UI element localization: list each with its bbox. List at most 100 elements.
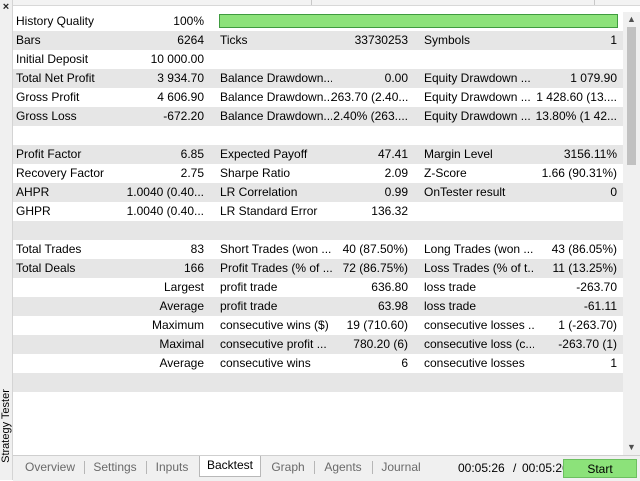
largest-profit-trade-label: profit trade [220,280,278,294]
lr-correlation-value: 0.99 [384,185,408,199]
gross-loss-value: -672.20 [163,109,204,123]
ahpr-label: AHPR [16,185,50,199]
report-row: Maximal consecutive profit ... 780.20 (6… [13,335,623,354]
report-row: Bars 6264 Ticks 33730253 Symbols 1 [13,31,623,50]
total-time: 00:05:26 [522,461,569,475]
average-consecutive-wins-label: consecutive wins [220,356,311,370]
total-trades-value: 83 [190,242,204,256]
report-row: GHPR 1.0040 (0.40... LR Standard Error 1… [13,202,623,221]
total-deals-label: Total Deals [16,261,76,275]
tab-graph[interactable]: Graph [263,458,313,477]
tab-inputs[interactable]: Inputs [147,458,197,477]
ontester-result-label: OnTester result [424,185,506,199]
side-panel-strip: × Strategy Tester [0,0,13,480]
maximal-consecutive-profit-label: consecutive profit ... [220,337,327,351]
average-consecutive-losses-label: consecutive losses [424,356,525,370]
report-row-spacer [13,373,623,392]
sharpe-ratio-value: 2.09 [384,166,408,180]
start-button[interactable]: Start [563,459,637,478]
vertical-scrollbar[interactable]: ▲ ▼ [623,12,640,455]
margin-level-label: Margin Level [424,147,493,161]
z-score-label: Z-Score [424,166,467,180]
history-quality-bar [219,14,618,28]
report-row: Total Deals 166 Profit Trades (% of ... … [13,259,623,278]
chevron-up-icon[interactable]: ▲ [623,12,640,26]
profit-factor-value: 6.85 [180,147,204,161]
ticks-label: Ticks [220,33,248,47]
maximal-consecutive-loss-label: consecutive loss (c... [424,337,534,351]
largest-label: Largest [163,280,204,294]
tab-overview[interactable]: Overview [17,458,83,477]
total-net-profit-value: 3 934.70 [157,71,204,85]
average-loss-trade-value: -61.11 [583,299,617,313]
report-row: Initial Deposit 10 000.00 [13,50,623,69]
report-row: Recovery Factor 2.75 Sharpe Ratio 2.09 Z… [13,164,623,183]
balance-drawdown-relative-value: 2.40% (263.... [333,109,408,123]
tab-backtest[interactable]: Backtest [199,456,261,477]
long-trades-value: 43 (86.05%) [551,242,617,256]
margin-level-value: 3156.11% [563,147,617,161]
report-row-spacer [13,221,623,240]
largest-loss-trade-label: loss trade [424,280,477,294]
ghpr-label: GHPR [16,204,51,218]
balance-drawdown-maximal-value: 263.70 (2.40... [331,90,408,104]
lr-standard-error-label: LR Standard Error [220,204,318,218]
equity-drawdown-maximal-value: 1 428.60 (13.... [536,90,617,104]
recovery-factor-label: Recovery Factor [16,166,105,180]
maximum-label: Maximum [151,318,204,332]
symbols-label: Symbols [424,33,471,47]
bottom-tab-bar: Overview Settings Inputs Backtest Graph … [13,455,640,481]
tab-agents[interactable]: Agents [315,458,371,477]
report-row: Gross Profit 4 606.90 Balance Drawdown..… [13,88,623,107]
report-row: Maximum consecutive wins ($) 19 (710.60)… [13,316,623,335]
short-trades-value: 40 (87.50%) [342,242,408,256]
profit-trades-label: Profit Trades (% of ... [220,261,332,275]
equity-drawdown-relative-value: 13.80% (1 42... [535,109,617,123]
average-label: Average [159,299,204,313]
report-row: Average consecutive wins 6 consecutive l… [13,354,623,373]
symbols-value: 1 [610,33,617,47]
gross-profit-value: 4 606.90 [157,90,204,104]
report-row: Profit Factor 6.85 Expected Payoff 47.41… [13,145,623,164]
short-trades-label: Short Trades (won ... [220,242,332,256]
average-consecutive-label: Average [159,356,204,370]
total-deals-value: 166 [183,261,204,275]
lr-correlation-label: LR Correlation [220,185,298,199]
close-icon[interactable]: × [0,0,12,14]
recovery-factor-value: 2.75 [180,166,204,180]
chevron-down-icon[interactable]: ▼ [623,440,640,454]
equity-drawdown-absolute-label: Equity Drawdown ... [424,71,531,85]
scrollbar-thumb[interactable] [627,27,636,165]
largest-profit-trade-value: 636.80 [371,280,408,294]
ontester-result-value: 0 [610,185,617,199]
gross-profit-label: Gross Profit [16,90,80,104]
gross-loss-label: Gross Loss [16,109,77,123]
z-score-value: 1.66 (90.31%) [541,166,617,180]
equity-drawdown-relative-label: Equity Drawdown ... [424,109,531,123]
max-consecutive-losses-label: consecutive losses ... [424,318,534,332]
time-separator: / [513,461,517,475]
history-quality-value: 100% [173,14,204,28]
equity-drawdown-maximal-label: Equity Drawdown ... [424,90,531,104]
max-consecutive-losses-value: 1 (-263.70) [558,318,617,332]
report-row: Largest profit trade 636.80 loss trade -… [13,278,623,297]
profit-factor-label: Profit Factor [16,147,82,161]
tab-journal[interactable]: Journal [373,458,429,477]
balance-drawdown-maximal-label: Balance Drawdown... [220,90,332,104]
tab-settings[interactable]: Settings [85,458,145,477]
max-consecutive-wins-value: 19 (710.60) [346,318,408,332]
balance-drawdown-relative-label: Balance Drawdown... [220,109,332,123]
report-row: Gross Loss -672.20 Balance Drawdown... 2… [13,107,623,126]
average-consecutive-losses-value: 1 [610,356,617,370]
balance-drawdown-absolute-value: 0.00 [384,71,408,85]
backtest-report: History Quality 100% Bars 6264 Ticks 337… [13,12,623,452]
report-row: Average profit trade 63.98 loss trade -6… [13,297,623,316]
expected-payoff-label: Expected Payoff [220,147,308,161]
max-consecutive-wins-label: consecutive wins ($) [220,318,329,332]
bars-value: 6264 [177,33,204,47]
lr-standard-error-value: 136.32 [371,204,408,218]
profit-trades-value: 72 (86.75%) [342,261,408,275]
largest-loss-trade-value: -263.70 [576,280,617,294]
average-profit-trade-value: 63.98 [377,299,408,313]
total-trades-label: Total Trades [16,242,82,256]
